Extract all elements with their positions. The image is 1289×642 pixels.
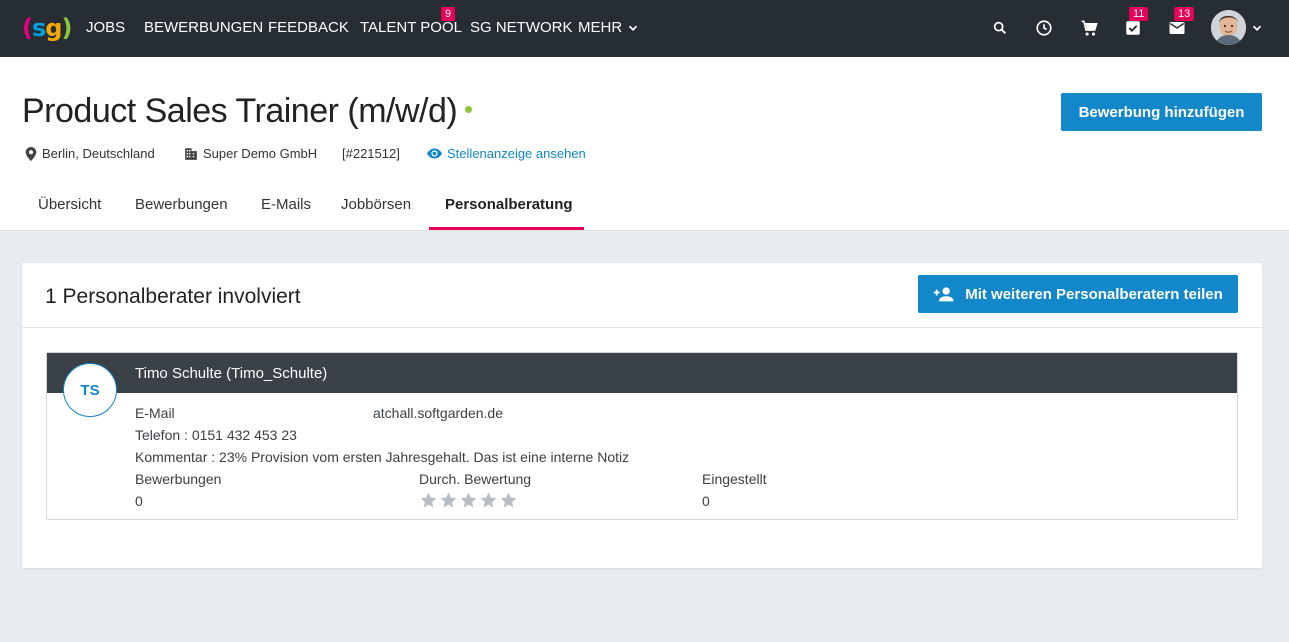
nav-talent-pool[interactable]: TALENT POOL bbox=[360, 18, 462, 38]
star-icon bbox=[480, 492, 497, 508]
logo-letter-g: g bbox=[45, 14, 62, 42]
consultants-card: 1 Personalberater involviert Mit weitere… bbox=[22, 263, 1262, 568]
tab-bewerbungen[interactable]: Bewerbungen bbox=[135, 196, 228, 213]
share-with-consultants-button[interactable]: Mit weiteren Personalberatern teilen bbox=[918, 275, 1238, 313]
consultants-count-title: 1 Personalberater involviert bbox=[45, 285, 301, 308]
star-icon bbox=[460, 492, 477, 508]
card-divider bbox=[22, 327, 1262, 328]
cart-icon[interactable] bbox=[1077, 16, 1101, 40]
page-title: Product Sales Trainer (m/w/d) bbox=[22, 91, 473, 131]
chevron-down-icon bbox=[629, 25, 638, 31]
nav-feedback[interactable]: FEEDBACK bbox=[268, 18, 349, 38]
consultant-name: Timo Schulte (Timo_Schulte) bbox=[135, 365, 328, 382]
account-chevron-down-icon[interactable] bbox=[1250, 21, 1264, 35]
comment-field: Kommentar : 23% Provision vom ersten Jah… bbox=[135, 449, 630, 465]
job-location: Berlin, Deutschland bbox=[25, 146, 155, 161]
logo-letter-s: s bbox=[31, 14, 46, 42]
share-button-label: Mit weiteren Personalberatern teilen bbox=[965, 285, 1223, 303]
top-navigation: (sg) JOBS BEWERBUNGEN FEEDBACK TALENT PO… bbox=[0, 0, 1289, 57]
applications-label: Bewerbungen bbox=[135, 471, 222, 487]
nav-mehr[interactable]: MEHR bbox=[578, 18, 640, 38]
mail-badge: 13 bbox=[1174, 7, 1195, 21]
clock-icon[interactable] bbox=[1032, 16, 1056, 40]
consultant-entry: Timo Schulte (Timo_Schulte) TS E-Mail at… bbox=[46, 352, 1238, 520]
active-tab-indicator bbox=[429, 227, 584, 230]
nav-jobs[interactable]: JOBS bbox=[86, 18, 125, 38]
tasks-badge: 11 bbox=[1129, 7, 1149, 21]
consultant-header-bar: Timo Schulte (Timo_Schulte) bbox=[47, 353, 1237, 393]
nav-mehr-label: MEHR bbox=[578, 19, 623, 36]
view-job-ad-text: Stellenanzeige ansehen bbox=[447, 146, 586, 161]
tab-uebersicht[interactable]: Übersicht bbox=[38, 196, 101, 213]
star-icon bbox=[440, 492, 457, 508]
phone-field: Telefon : 0151 432 453 23 bbox=[135, 427, 297, 443]
rating-stars bbox=[419, 491, 518, 509]
logo-paren-right: ) bbox=[61, 14, 72, 42]
star-icon bbox=[420, 492, 437, 508]
building-icon bbox=[185, 148, 197, 160]
job-status-indicator bbox=[465, 105, 473, 113]
email-label: E-Mail bbox=[135, 405, 175, 421]
applications-value: 0 bbox=[135, 493, 143, 509]
tab-personalberatung[interactable]: Personalberatung bbox=[445, 196, 573, 213]
user-avatar[interactable] bbox=[1211, 10, 1246, 45]
add-application-button[interactable]: Bewerbung hinzufügen bbox=[1061, 93, 1262, 131]
location-pin-icon bbox=[25, 146, 37, 161]
nav-sg-network[interactable]: SG NETWORK bbox=[470, 18, 573, 38]
search-icon[interactable] bbox=[988, 16, 1012, 40]
tab-jobboersen[interactable]: Jobbörsen bbox=[341, 196, 411, 213]
job-id-text: [#221512] bbox=[342, 146, 400, 161]
hired-value: 0 bbox=[702, 493, 710, 509]
view-job-ad-link[interactable]: Stellenanzeige ansehen bbox=[427, 146, 586, 161]
softgarden-logo[interactable]: (sg) bbox=[22, 11, 72, 45]
job-id: [#221512] bbox=[342, 146, 400, 161]
hired-label: Eingestellt bbox=[702, 471, 767, 487]
tab-emails[interactable]: E-Mails bbox=[261, 196, 311, 213]
nav-bewerbungen[interactable]: BEWERBUNGEN bbox=[144, 18, 263, 38]
logo-paren-left: ( bbox=[22, 14, 33, 42]
add-person-icon bbox=[933, 287, 954, 302]
rating-label: Durch. Bewertung bbox=[419, 471, 532, 487]
job-location-text: Berlin, Deutschland bbox=[42, 146, 155, 161]
consultant-avatar: TS bbox=[63, 363, 117, 417]
job-header: Product Sales Trainer (m/w/d) Bewerbung … bbox=[0, 57, 1289, 231]
job-title-text: Product Sales Trainer (m/w/d) bbox=[22, 92, 458, 130]
job-company: Super Demo GmbH bbox=[184, 146, 317, 161]
talent-pool-badge: 9 bbox=[441, 7, 456, 21]
star-icon bbox=[500, 492, 517, 508]
job-company-text: Super Demo GmbH bbox=[203, 146, 318, 161]
eye-icon bbox=[427, 148, 442, 159]
email-value: atchall.softgarden.de bbox=[373, 405, 503, 421]
